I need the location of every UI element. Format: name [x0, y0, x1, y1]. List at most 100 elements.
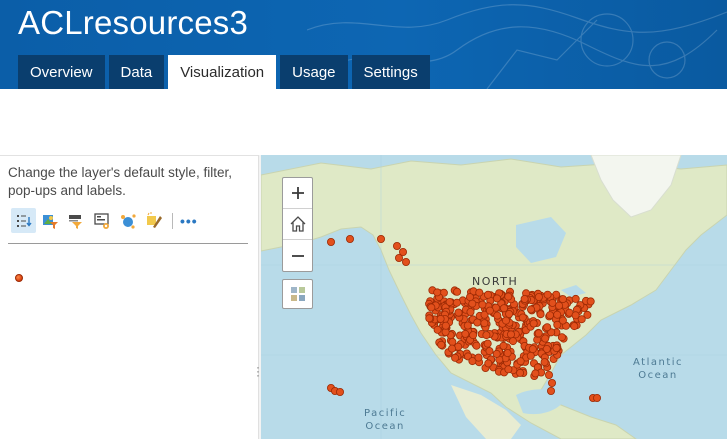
map-feature-point[interactable]: [437, 340, 446, 349]
filter-icon[interactable]: [37, 208, 62, 233]
map-feature-point[interactable]: [547, 378, 556, 387]
map-feature-point[interactable]: [520, 294, 529, 303]
tab-usage[interactable]: Usage: [280, 55, 348, 89]
map-feature-point[interactable]: [541, 334, 550, 343]
labels-icon[interactable]: [89, 208, 114, 233]
map-feature-point[interactable]: [472, 341, 481, 350]
map-feature-point[interactable]: [327, 238, 336, 247]
map-feature-point[interactable]: [553, 310, 562, 319]
map-feature-point[interactable]: [571, 294, 580, 303]
configure-popup-icon[interactable]: [63, 208, 88, 233]
tab-overview[interactable]: Overview: [18, 55, 105, 89]
map-feature-point[interactable]: [425, 314, 434, 323]
map-feature-point[interactable]: [474, 353, 483, 362]
layer-style-panel: Change the layer's default style, filter…: [0, 155, 258, 439]
map-feature-point[interactable]: [555, 301, 564, 310]
map-feature-point[interactable]: [465, 293, 474, 302]
map-feature-point[interactable]: [492, 294, 501, 303]
change-style-icon[interactable]: [11, 208, 36, 233]
map-feature-point[interactable]: [478, 300, 487, 309]
map-feature-point[interactable]: [401, 258, 410, 267]
map-feature-point[interactable]: [392, 242, 401, 251]
map-feature-point[interactable]: [492, 349, 501, 358]
map-feature-point[interactable]: [483, 290, 492, 299]
map-feature-point[interactable]: [516, 357, 525, 366]
tab-data[interactable]: Data: [108, 55, 165, 89]
map-feature-point[interactable]: [463, 321, 472, 330]
map-feature-point[interactable]: [518, 313, 527, 322]
map-feature-point[interactable]: [529, 319, 538, 328]
effects-icon[interactable]: [141, 208, 166, 233]
map-feature-point[interactable]: [544, 370, 553, 379]
map-feature-point[interactable]: [571, 311, 580, 320]
cluster-icon[interactable]: [115, 208, 140, 233]
map-feature-point[interactable]: [534, 329, 543, 338]
map-feature-point[interactable]: [493, 311, 502, 320]
map-feature-point[interactable]: [543, 323, 552, 332]
map-feature-point[interactable]: [480, 319, 489, 328]
map-feature-point[interactable]: [453, 287, 462, 296]
map-feature-point[interactable]: [531, 369, 540, 378]
map-feature-point[interactable]: [452, 298, 461, 307]
map-feature-point[interactable]: [503, 349, 512, 358]
map-feature-point[interactable]: [454, 308, 463, 317]
map-feature-point[interactable]: [433, 325, 442, 334]
map-feature-point[interactable]: [483, 339, 492, 348]
map-feature-point[interactable]: [484, 359, 493, 368]
map-feature-point[interactable]: [528, 345, 537, 354]
map-feature-point[interactable]: [441, 321, 450, 330]
zoom-in-button[interactable]: [283, 178, 312, 209]
home-icon: [290, 216, 305, 232]
map-feature-point[interactable]: [558, 316, 567, 325]
map-feature-point[interactable]: [548, 298, 557, 307]
map-view[interactable]: NORTH Atlantic Ocean Pacific Ocean: [261, 155, 727, 439]
map-feature-point[interactable]: [592, 393, 601, 402]
map-feature-point[interactable]: [545, 311, 554, 320]
tab-visualization[interactable]: Visualization: [168, 55, 277, 89]
zoom-out-button[interactable]: [283, 240, 312, 271]
map-feature-point[interactable]: [485, 347, 494, 356]
map-feature-point[interactable]: [499, 341, 508, 350]
map-feature-point[interactable]: [466, 307, 475, 316]
map-feature-point[interactable]: [526, 351, 535, 360]
map-feature-point[interactable]: [473, 318, 482, 327]
map-feature-point[interactable]: [433, 288, 442, 297]
basemap-gallery-button[interactable]: [282, 279, 313, 309]
map-feature-point[interactable]: [501, 316, 510, 325]
map-feature-point[interactable]: [506, 330, 515, 339]
map-feature-point[interactable]: [461, 329, 470, 338]
map-feature-point[interactable]: [475, 288, 484, 297]
map-feature-point[interactable]: [336, 387, 345, 396]
map-feature-point[interactable]: [436, 314, 445, 323]
map-feature-point[interactable]: [526, 305, 535, 314]
map-feature-point[interactable]: [377, 235, 386, 244]
map-feature-point[interactable]: [504, 365, 513, 374]
map-feature-point[interactable]: [586, 297, 595, 306]
map-feature-point[interactable]: [552, 343, 561, 352]
map-feature-point[interactable]: [485, 306, 494, 315]
map-feature-point[interactable]: [427, 303, 436, 312]
map-feature-point[interactable]: [516, 368, 525, 377]
map-label-north: NORTH: [472, 275, 519, 288]
default-extent-button[interactable]: [283, 209, 312, 240]
map-feature-point[interactable]: [445, 297, 454, 306]
map-feature-point[interactable]: [536, 310, 545, 319]
map-feature-point[interactable]: [534, 292, 543, 301]
map-feature-point[interactable]: [508, 337, 517, 346]
map-feature-point[interactable]: [346, 235, 355, 244]
map-feature-point[interactable]: [482, 331, 491, 340]
map-feature-point[interactable]: [557, 333, 566, 342]
map-feature-point[interactable]: [394, 254, 403, 263]
map-feature-point[interactable]: [543, 290, 552, 299]
map-feature-point[interactable]: [546, 386, 555, 395]
more-options-button[interactable]: •••: [180, 213, 198, 229]
map-feature-point[interactable]: [540, 358, 549, 367]
map-feature-point[interactable]: [447, 344, 456, 353]
map-feature-point[interactable]: [469, 331, 478, 340]
tab-settings[interactable]: Settings: [351, 55, 430, 89]
map-feature-point[interactable]: [558, 295, 567, 304]
map-feature-point[interactable]: [505, 309, 514, 318]
map-feature-point[interactable]: [570, 322, 579, 331]
map-feature-point[interactable]: [504, 292, 513, 301]
map-feature-point[interactable]: [451, 353, 460, 362]
